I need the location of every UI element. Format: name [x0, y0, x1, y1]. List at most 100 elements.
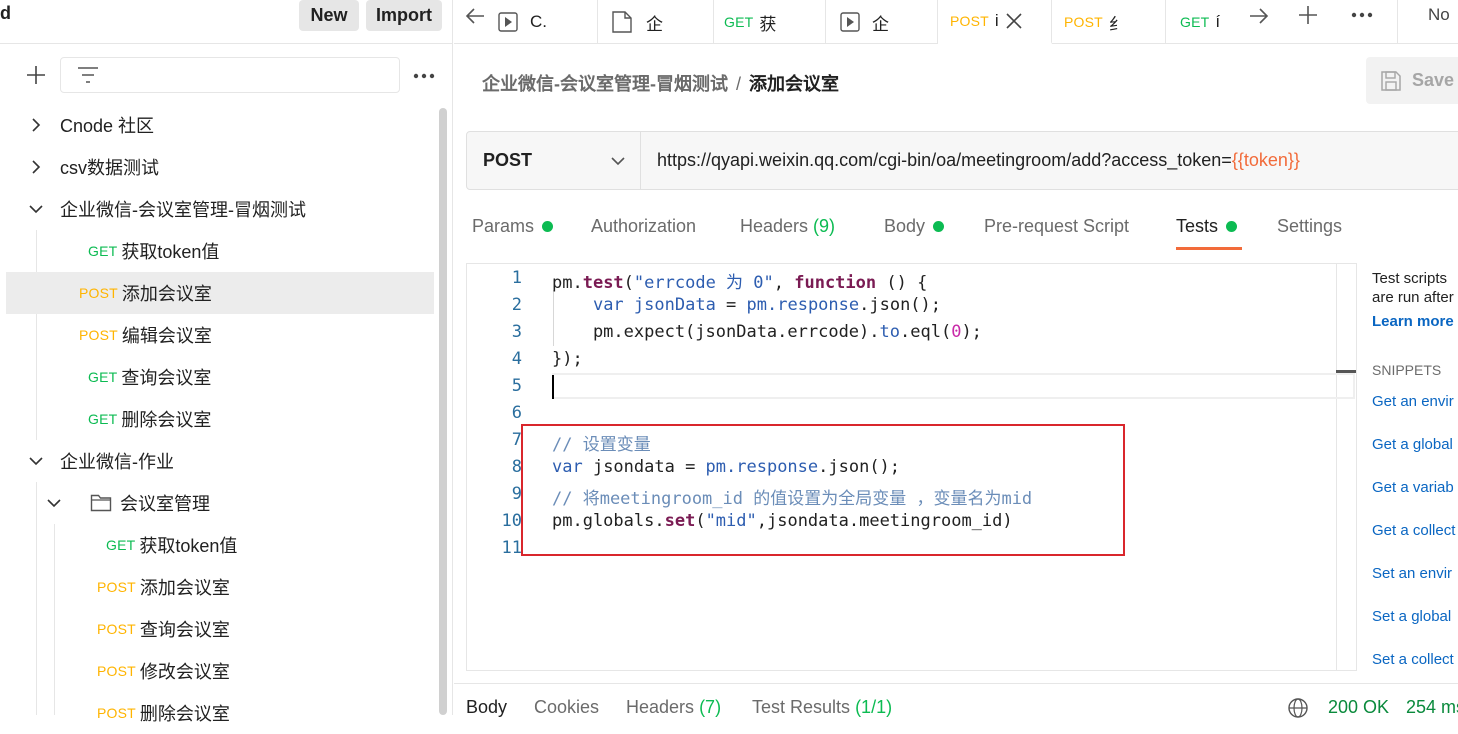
tab-prerequest[interactable]: Pre-request Script	[984, 216, 1129, 237]
collection-smoke-test[interactable]: 企业微信-会议室管理-冒烟测试	[6, 188, 434, 230]
filter-icon	[77, 66, 99, 84]
tab-settings[interactable]: Settings	[1277, 216, 1342, 237]
request-item[interactable]: POST 编辑会议室	[6, 314, 434, 356]
sidebar: d New Import Cnode 社区 csv数据测试 企业微信-会议室管理…	[0, 0, 453, 724]
tab-doc[interactable]: 企	[598, 0, 714, 44]
save-button[interactable]: Save	[1366, 57, 1458, 104]
request-item[interactable]: POST 删除会议室	[6, 692, 434, 734]
add-collection-icon[interactable]	[25, 64, 47, 86]
line-number: 1	[511, 268, 522, 288]
tree-label: 编辑会议室	[121, 326, 212, 346]
tab-authorization[interactable]: Authorization	[591, 216, 696, 237]
request-item[interactable]: POST 修改会议室	[6, 650, 434, 692]
help-description: Test scripts	[1372, 270, 1448, 287]
tab-post[interactable]: POST 纟	[1052, 0, 1166, 44]
tab-label: C.	[530, 12, 547, 31]
code-line-4: });	[552, 349, 583, 369]
tree-label: 添加会议室	[139, 578, 230, 598]
tab-bar: C. 企 GET 获 企 POST i POST 纟 GET í No	[454, 0, 1458, 44]
request-item[interactable]: POST 添加会议室	[6, 566, 434, 608]
tree-label: 删除会议室	[121, 410, 212, 430]
tab-get[interactable]: GET 获	[714, 0, 826, 44]
snippet-link[interactable]: Set an envir	[1372, 565, 1452, 582]
tab-params[interactable]: Params	[472, 216, 554, 237]
chevron-down-icon	[44, 493, 64, 513]
method-badge: GET	[106, 537, 136, 553]
new-tab-icon[interactable]	[1297, 4, 1319, 26]
request-item-selected[interactable]: POST 添加会议室	[6, 272, 434, 314]
sidebar-more-icon[interactable]	[413, 73, 435, 79]
line-number: 9	[511, 484, 522, 504]
snippet-link[interactable]: Get a global	[1372, 436, 1453, 453]
request-item[interactable]: POST 查询会议室	[6, 608, 434, 650]
tab-body[interactable]: Body	[884, 216, 945, 237]
tab-label: Headers	[626, 697, 695, 717]
tab-label: Tests	[1176, 216, 1219, 236]
chevron-down-icon	[609, 152, 627, 170]
method-select[interactable]: POST	[467, 132, 641, 189]
tabs-divider	[1397, 0, 1398, 44]
method-badge: GET	[88, 243, 118, 259]
request-item[interactable]: GET 获取token值	[6, 524, 434, 566]
snippet-link[interactable]: Set a collect	[1372, 651, 1454, 668]
snippet-link[interactable]: Get a variab	[1372, 479, 1454, 496]
tab-tests[interactable]: Tests	[1176, 216, 1238, 237]
editor-scrollbar[interactable]	[1336, 264, 1337, 670]
tab-label: Headers	[740, 216, 809, 236]
request-item[interactable]: GET 获取token值	[6, 230, 434, 272]
url-input[interactable]: https://qyapi.weixin.qq.com/cgi-bin/oa/m…	[657, 150, 1300, 171]
snippet-link[interactable]: Set a global	[1372, 608, 1451, 625]
line-number: 8	[511, 457, 522, 477]
tab-runner[interactable]: 企	[826, 0, 938, 44]
environment-selector[interactable]: No	[1428, 5, 1450, 25]
status-dot	[1226, 221, 1238, 232]
response-divider	[454, 683, 1458, 684]
status-dot	[933, 221, 945, 232]
new-button[interactable]: New	[299, 0, 359, 31]
tree-label: 添加会议室	[121, 284, 212, 304]
code-line-1: pm.test("errcode 为 0", function () {	[552, 273, 928, 293]
globe-icon[interactable]	[1287, 697, 1309, 719]
tab-label: i	[994, 11, 999, 30]
chevron-right-icon	[26, 157, 46, 177]
breadcrumb-parent[interactable]: 企业微信-会议室管理-冒烟测试	[482, 74, 728, 94]
snippet-link[interactable]: Get a collect	[1372, 522, 1455, 539]
close-icon[interactable]	[1005, 12, 1023, 30]
tab-label: 纟	[1108, 14, 1126, 34]
tab-label: í	[1215, 12, 1221, 31]
current-line-highlight	[552, 373, 1355, 399]
sidebar-divider	[0, 43, 453, 44]
back-arrow-icon[interactable]	[464, 5, 486, 27]
tab-runner-c[interactable]: C.	[490, 0, 598, 44]
request-item[interactable]: GET 查询会议室	[6, 356, 434, 398]
breadcrumb: 企业微信-会议室管理-冒烟测试 / 添加会议室	[482, 70, 839, 96]
method-badge: POST	[950, 13, 989, 29]
line-number: 4	[511, 349, 522, 369]
workspace-name: d	[0, 3, 11, 23]
tabs-more-icon[interactable]	[1351, 12, 1373, 18]
sidebar-scrollbar[interactable]	[439, 108, 447, 715]
forward-arrow-icon[interactable]	[1248, 5, 1270, 27]
method-badge: GET	[88, 411, 118, 427]
line-number: 11	[501, 538, 522, 558]
tree-label: 删除会议室	[139, 704, 230, 724]
tab-active-post[interactable]: POST i	[938, 0, 1052, 44]
import-button[interactable]: Import	[366, 0, 442, 31]
request-item[interactable]: GET 删除会议室	[6, 398, 434, 440]
save-label: Save	[1412, 70, 1455, 90]
learn-more-link[interactable]: Learn more	[1372, 313, 1454, 330]
collection-cnode[interactable]: Cnode 社区	[6, 104, 434, 146]
snippet-link[interactable]: Get an envir	[1372, 393, 1454, 410]
folder-meeting-room[interactable]: 会议室管理	[6, 482, 434, 524]
collection-csv[interactable]: csv数据测试	[6, 146, 434, 188]
method-badge: POST	[79, 285, 118, 301]
method-badge: POST	[97, 705, 136, 721]
play-icon	[498, 12, 518, 32]
tree-label: 企业微信-作业	[60, 452, 174, 472]
headers-count: (7)	[699, 697, 722, 717]
filter-input[interactable]	[60, 57, 400, 93]
annotation-highlight-box	[521, 424, 1125, 556]
tab-get-2[interactable]: GET í	[1166, 0, 1226, 44]
tab-headers[interactable]: Headers (9)	[740, 216, 835, 237]
collection-homework[interactable]: 企业微信-作业	[6, 440, 434, 482]
